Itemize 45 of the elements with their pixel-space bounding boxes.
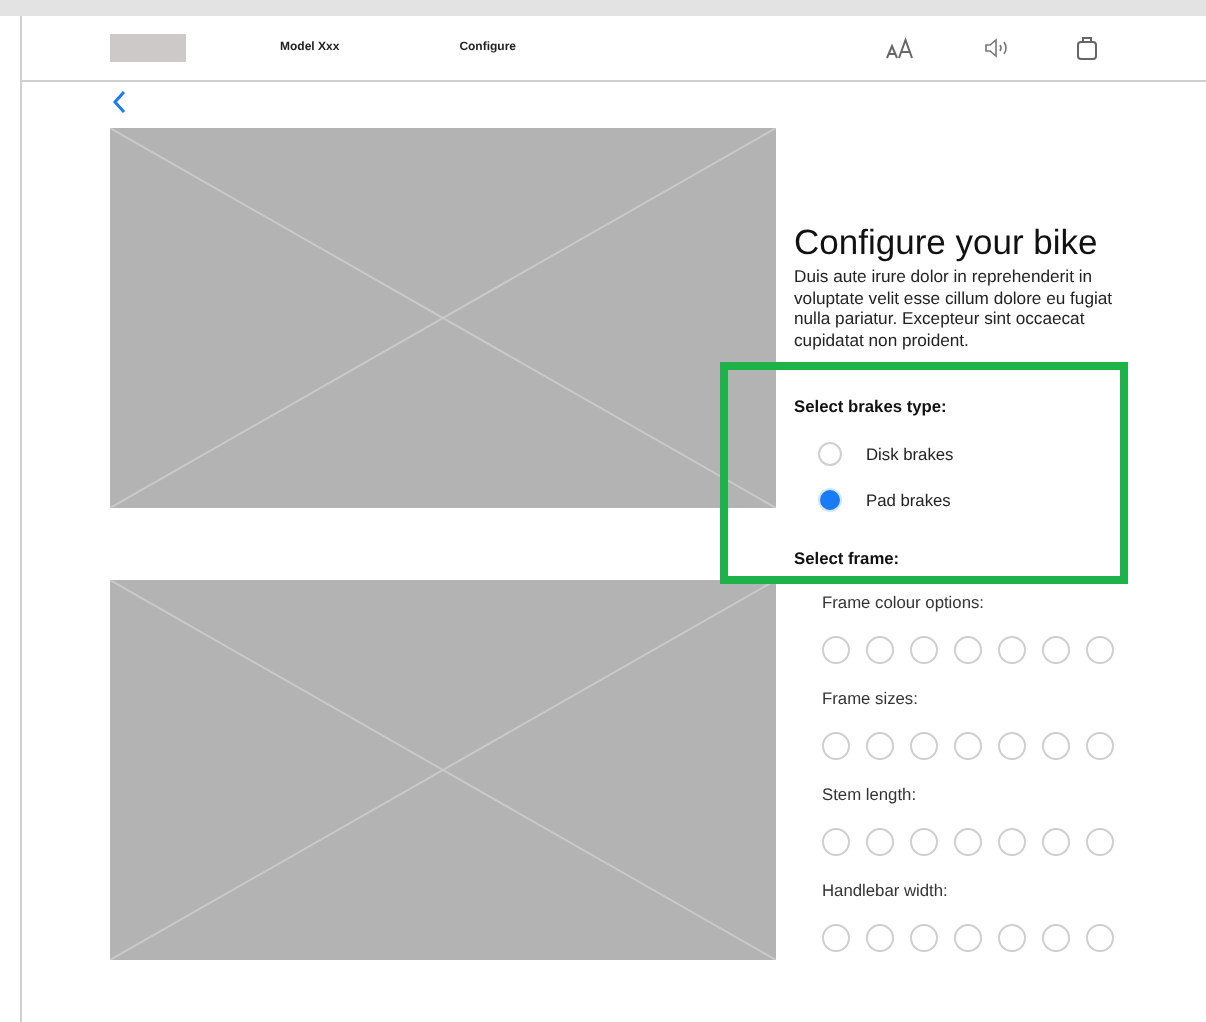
page-title: Configure your bike [794, 220, 1100, 264]
description: Duis aute irure dolor in reprehenderit in voluptate velit esse cillum dolore eu fugiat nulla pariatur. Excepteur sint occaecat cupidatat non proident. [794, 266, 1115, 351]
radio-button[interactable] [1042, 636, 1070, 665]
radio-button[interactable] [1086, 636, 1114, 665]
option-label: Disk brakes [866, 443, 954, 464]
radio-button[interactable] [954, 828, 982, 857]
option-label: Frame sizes: [822, 688, 920, 709]
radio-button[interactable] [910, 636, 938, 665]
radio-button[interactable] [822, 924, 850, 953]
radio-button[interactable] [1086, 732, 1114, 761]
radio-button[interactable] [818, 441, 842, 466]
radio-button[interactable] [954, 732, 982, 761]
radio-button[interactable] [822, 636, 850, 665]
section-heading: Select brakes type: [794, 396, 949, 417]
option-label: Stem length: [822, 784, 919, 805]
radio-button[interactable] [822, 828, 850, 857]
radio-button[interactable] [818, 487, 842, 512]
radio-button[interactable] [954, 924, 982, 953]
radio-button[interactable] [954, 636, 982, 665]
radio-button[interactable] [998, 732, 1026, 761]
radio-button[interactable] [866, 636, 894, 665]
radio-button[interactable] [866, 732, 894, 761]
speaker-icon[interactable] [984, 38, 1010, 58]
option-label: Handlebar width: [822, 880, 950, 901]
logo-placeholder [110, 34, 186, 62]
radio-button[interactable] [1042, 828, 1070, 857]
radio-button[interactable] [866, 828, 894, 857]
text-size-icon[interactable] [886, 36, 914, 60]
radio-button[interactable] [822, 732, 850, 761]
bag-icon[interactable] [1076, 36, 1098, 60]
radio-button[interactable] [1086, 828, 1114, 857]
option-label: Frame colour options: [822, 592, 986, 613]
radio-button[interactable] [998, 828, 1026, 857]
radio-button[interactable] [998, 924, 1026, 953]
radio-button[interactable] [998, 636, 1026, 665]
radio-button[interactable] [1042, 924, 1070, 953]
radio-button[interactable] [1086, 924, 1114, 953]
radio-button[interactable] [910, 924, 938, 953]
radio-button[interactable] [910, 828, 938, 857]
option-label: Pad brakes [866, 489, 951, 510]
section-heading: Select frame: [794, 548, 902, 569]
radio-button[interactable] [866, 924, 894, 953]
radio-button[interactable] [1042, 732, 1070, 761]
back-chevron-icon[interactable] [112, 90, 128, 114]
radio-button[interactable] [910, 732, 938, 761]
